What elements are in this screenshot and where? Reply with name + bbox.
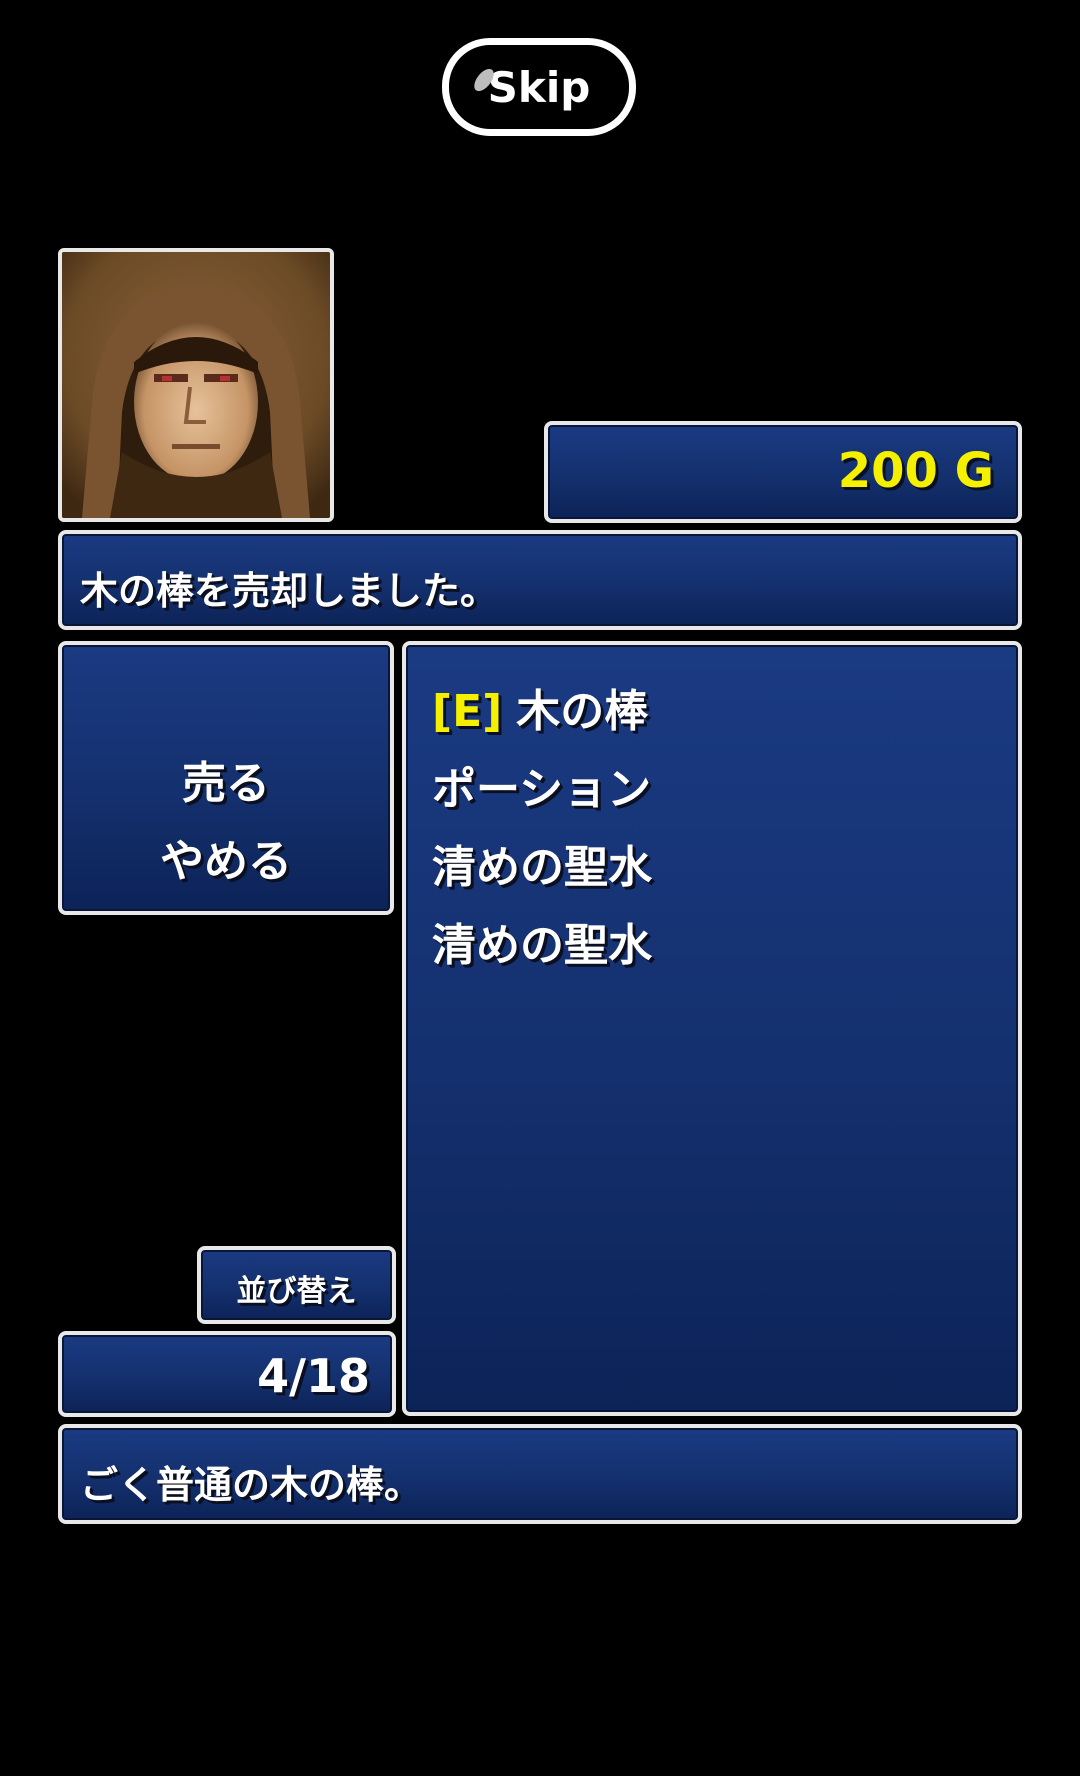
gold-window: 200 G [544, 421, 1022, 523]
npc-portrait [58, 248, 334, 522]
list-item[interactable]: 清めの聖水 [432, 831, 652, 895]
inventory-count: 4/18 [257, 1349, 370, 1403]
item-name: ポーション [432, 764, 652, 815]
gold-amount: 200 G [837, 443, 994, 499]
sort-label: 並び替え [236, 1274, 357, 1309]
skip-button[interactable]: Skip [442, 38, 636, 136]
message-text: 木の棒を売却しました。 [80, 569, 499, 613]
inventory-count-window: 4/18 [58, 1331, 396, 1417]
sort-button[interactable]: 並び替え [197, 1246, 396, 1324]
skip-label: Skip [487, 62, 591, 112]
description-window: ごく普通の木の棒。 [58, 1424, 1022, 1524]
list-item[interactable]: [E] 木の棒 [432, 675, 648, 739]
item-name: 清めの聖水 [432, 920, 652, 971]
item-name: 木の棒 [516, 686, 649, 737]
hooded-figure-portrait-icon [62, 252, 330, 518]
list-item[interactable]: ポーション [432, 753, 651, 817]
command-window: 売る やめる [58, 641, 394, 915]
list-item[interactable]: 清めの聖水 [432, 909, 652, 973]
equipped-tag: [E] [432, 686, 503, 737]
message-window: 木の棒を売却しました。 [58, 530, 1022, 630]
item-description: ごく普通の木の棒。 [80, 1463, 423, 1507]
quit-command[interactable]: やめる [62, 825, 390, 889]
item-list-window: [E] 木の棒 ポーション 清めの聖水 清めの聖水 [402, 641, 1022, 1416]
sell-command[interactable]: 売る [62, 747, 390, 811]
item-name: 清めの聖水 [432, 842, 652, 893]
